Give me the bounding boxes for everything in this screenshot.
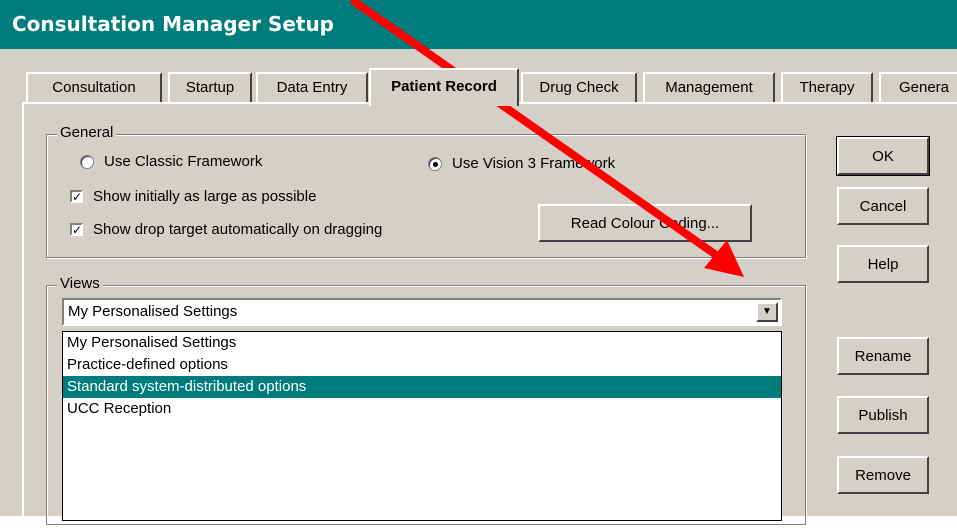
tab-consultation[interactable]: Consultation: [26, 72, 162, 104]
list-item[interactable]: Practice-defined options: [63, 354, 781, 376]
list-item[interactable]: UCC Reception: [63, 398, 781, 420]
publish-button[interactable]: Publish: [837, 396, 929, 434]
ok-button[interactable]: OK: [836, 136, 930, 176]
dropdown-arrow-icon[interactable]: ▼: [756, 302, 778, 322]
show-large-checkbox[interactable]: ✓ Show initially as large as possible: [70, 188, 316, 205]
tab-strip: Consultation Startup Data Entry Patient …: [0, 64, 957, 106]
general-legend: General: [57, 124, 117, 141]
list-item[interactable]: Standard system-distributed options: [63, 376, 781, 398]
tab-startup[interactable]: Startup: [168, 72, 252, 104]
show-drop-target-checkbox[interactable]: ✓ Show drop target automatically on drag…: [70, 221, 382, 238]
show-drop-target-label: Show drop target automatically on draggi…: [93, 221, 383, 238]
show-large-label: Show initially as large as possible: [93, 188, 317, 205]
radio-unchecked-icon: [80, 154, 94, 169]
radio-checked-icon: [428, 156, 442, 171]
tab-management[interactable]: Management: [643, 72, 775, 104]
checkmark-icon: ✓: [70, 190, 83, 204]
help-button[interactable]: Help: [837, 245, 929, 283]
checkmark-icon: ✓: [70, 223, 83, 237]
tab-data-entry[interactable]: Data Entry: [256, 72, 368, 104]
use-vision3-framework-label: Use Vision 3 Framework: [452, 155, 616, 172]
views-dropdown-value: My Personalised Settings: [68, 303, 238, 320]
views-dropdown[interactable]: My Personalised Settings ▼: [62, 298, 782, 326]
views-legend: Views: [57, 275, 103, 292]
use-classic-framework-radio[interactable]: Use Classic Framework: [80, 153, 262, 170]
list-item[interactable]: My Personalised Settings: [63, 332, 781, 354]
tab-therapy[interactable]: Therapy: [781, 72, 873, 104]
window-title: Consultation Manager Setup: [0, 0, 957, 49]
read-colour-coding-button[interactable]: Read Colour Coding...: [538, 204, 752, 242]
remove-button[interactable]: Remove: [837, 456, 929, 494]
setup-window: Consultation Manager Setup Consultation …: [0, 0, 957, 532]
tab-drug-check[interactable]: Drug Check: [521, 72, 637, 104]
views-dropdown-list: My Personalised Settings Practice-define…: [62, 331, 782, 521]
tab-general[interactable]: Genera: [879, 72, 957, 104]
use-classic-framework-label: Use Classic Framework: [104, 153, 263, 170]
use-vision3-framework-radio[interactable]: Use Vision 3 Framework: [428, 155, 615, 172]
tab-patient-record[interactable]: Patient Record: [369, 68, 519, 106]
rename-button[interactable]: Rename: [837, 337, 929, 375]
cancel-button[interactable]: Cancel: [837, 187, 929, 225]
